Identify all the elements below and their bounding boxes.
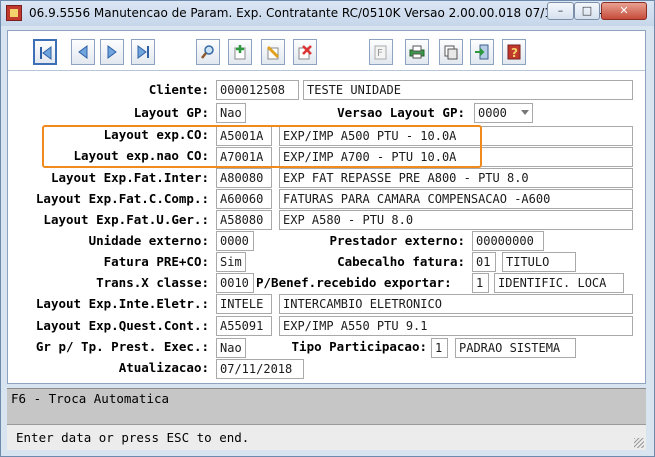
copy-button[interactable] [439, 39, 463, 65]
versao-layout-gp-select[interactable]: 0000 [474, 103, 533, 123]
edit-icon [266, 45, 280, 60]
delete-button[interactable] [293, 39, 317, 65]
printer-icon [409, 45, 425, 59]
search-button[interactable] [196, 39, 220, 65]
cabecalho-fatura-label: Cabecalho fatura: [337, 254, 465, 269]
cliente-label: Cliente: [148, 82, 209, 97]
gr-tp-prest-exec-label: Gr p/ Tp. Prest. Exec.: [35, 339, 209, 354]
prestador-externo-field[interactable]: 00000000 [472, 231, 544, 251]
gr-tp-prest-exec-field[interactable]: Nao [216, 338, 246, 358]
cliente-code-field[interactable]: 000012508 [216, 80, 299, 100]
p-benef-recebido-code-field[interactable]: 1 [472, 273, 489, 293]
trans-x-classe-label: Trans.X classe: [96, 275, 209, 290]
atualizacao-label: Atualizacao: [118, 360, 209, 375]
layout-exp-fat-inter-label: Layout Exp.Fat.Inter: [50, 170, 209, 185]
unidade-externo-field[interactable]: 0000 [216, 231, 254, 251]
last-record-button[interactable] [131, 39, 155, 65]
help-button[interactable]: ? [502, 39, 526, 65]
layout-exp-fat-c-comp-label: Layout Exp.Fat.C.Comp.: [35, 191, 209, 206]
tipo-participacao-code-field[interactable]: 1 [431, 338, 448, 358]
layout-exp-fat-u-ger-label: Layout Exp.Fat.U.Ger.: [43, 212, 209, 227]
p-benef-recebido-desc-field[interactable]: IDENTIFIC. LOCA [494, 273, 624, 293]
layout-exp-fat-u-ger-desc-field[interactable]: EXP A580 - PTU 8.0 [279, 210, 633, 230]
print-button[interactable] [405, 39, 429, 65]
filter-icon: F [374, 45, 387, 60]
first-icon [40, 46, 52, 60]
app-icon [6, 5, 22, 21]
window-title: 06.9.5556 Manutencao de Param. Exp. Cont… [29, 6, 603, 20]
copy-icon [444, 45, 458, 60]
layout-exp-fat-inter-code-field[interactable]: A80080 [216, 168, 272, 188]
tipo-participacao-desc-field[interactable]: PADRAO SISTEMA [455, 338, 576, 358]
status-bar: Enter data or press ESC to end. [7, 424, 646, 450]
exit-button[interactable] [470, 39, 494, 65]
prestador-externo-label: Prestador externo: [329, 233, 465, 248]
svg-text:?: ? [511, 46, 518, 60]
highlight-box [42, 125, 482, 168]
last-icon [137, 45, 149, 59]
cliente-name-field[interactable]: TESTE UNIDADE [303, 80, 633, 100]
layout-exp-fat-c-comp-code-field[interactable]: A60060 [216, 189, 272, 209]
atualizacao-field[interactable]: 07/11/2018 [216, 359, 304, 379]
fatura-pre-co-label: Fatura PRE+CO: [103, 254, 209, 269]
toolbar-divider [8, 70, 645, 71]
layout-exp-inte-eletr-label: Layout Exp.Inte.Eletr.: [35, 296, 209, 311]
chevron-down-icon [521, 110, 529, 115]
layout-exp-quest-cont-label: Layout Exp.Quest.Cont.: [35, 318, 209, 333]
layout-exp-quest-cont-desc-field[interactable]: EXP/IMP A550 PTU 9.1 [279, 316, 633, 336]
versao-layout-gp-label: Versao Layout GP: [337, 105, 465, 120]
layout-exp-fat-inter-desc-field[interactable]: EXP FAT REPASSE PRE A800 - PTU 8.0 [279, 168, 633, 188]
filter-button[interactable]: F [369, 39, 393, 65]
edit-button[interactable] [261, 39, 285, 65]
delete-icon [298, 45, 312, 60]
layout-exp-fat-u-ger-code-field[interactable]: A58080 [216, 210, 272, 230]
trans-x-classe-field[interactable]: 0010 [216, 273, 254, 293]
first-record-button[interactable] [33, 39, 57, 65]
maximize-button[interactable]: □ [574, 2, 600, 20]
unidade-externo-label: Unidade externo: [88, 233, 209, 248]
svg-text:F: F [377, 48, 383, 59]
f6-hint-text: F6 - Troca Automatica [11, 391, 170, 406]
magnifier-icon [201, 45, 214, 59]
add-icon [234, 45, 246, 60]
minimize-button[interactable]: – [547, 2, 574, 20]
fatura-pre-co-field[interactable]: Sim [216, 252, 246, 272]
status-message: Enter data or press ESC to end. [16, 430, 250, 445]
exit-icon [475, 44, 489, 60]
p-benef-recebido-label: P/Benef.recebido exportar: [256, 275, 452, 290]
close-button[interactable]: ✕ [601, 2, 647, 20]
next-record-button[interactable] [100, 39, 124, 65]
tipo-participacao-label: Tipo Participacao: [291, 339, 427, 354]
cabecalho-fatura-code-field[interactable]: 01 [472, 252, 496, 272]
layout-gp-field[interactable]: Nao [216, 103, 246, 123]
prev-icon [78, 45, 88, 59]
cabecalho-fatura-desc-field[interactable]: TITULO [502, 252, 576, 272]
previous-record-button[interactable] [71, 39, 95, 65]
layout-exp-inte-eletr-code-field[interactable]: INTELE [216, 294, 272, 314]
title-bar: 06.9.5556 Manutencao de Param. Exp. Cont… [1, 1, 654, 26]
versao-layout-gp-value: 0000 [478, 106, 507, 120]
layout-exp-inte-eletr-desc-field[interactable]: INTERCAMBIO ELETRONICO [279, 294, 633, 314]
help-icon: ? [507, 44, 521, 60]
layout-exp-quest-cont-code-field[interactable]: A55091 [216, 316, 272, 336]
layout-gp-label: Layout GP: [133, 105, 209, 120]
next-icon [107, 45, 117, 59]
layout-exp-fat-c-comp-desc-field[interactable]: FATURAS PARA CAMARA COMPENSACAO -A600 [279, 189, 633, 209]
resize-grip-icon[interactable] [634, 438, 644, 448]
function-key-hint-bar: F6 - Troca Automatica [7, 388, 646, 424]
add-button[interactable] [228, 39, 252, 65]
